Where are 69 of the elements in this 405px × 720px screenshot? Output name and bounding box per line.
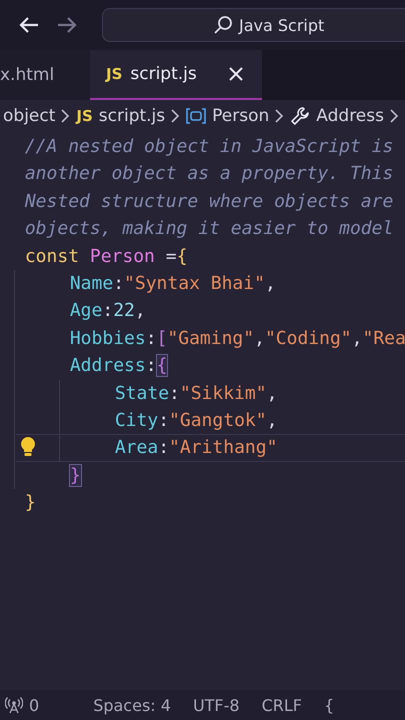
code-punctuation: : bbox=[169, 382, 180, 404]
tab-label: x.html bbox=[0, 65, 54, 85]
variable-icon bbox=[186, 108, 206, 124]
chevron-icon bbox=[275, 109, 284, 123]
code-punctuation: , bbox=[266, 410, 278, 431]
broadcast-icon[interactable] bbox=[5, 696, 23, 714]
code-comment: //A nested object in JavaScript is bbox=[24, 136, 394, 157]
code-punctuation: , bbox=[134, 300, 146, 322]
ports-count[interactable]: 0 bbox=[29, 696, 40, 714]
wrench-icon bbox=[290, 106, 310, 126]
code-operator: = bbox=[166, 246, 177, 267]
tab-label: script.js bbox=[130, 64, 197, 84]
code-property: State bbox=[114, 382, 170, 404]
code-brace: } bbox=[24, 492, 36, 514]
code-punctuation: : bbox=[146, 355, 157, 376]
code-punctuation: , bbox=[266, 382, 278, 404]
code-property: Area bbox=[114, 437, 158, 458]
chevron-icon bbox=[390, 109, 399, 123]
search-text: Java Script bbox=[239, 16, 324, 34]
code-brace: { bbox=[176, 246, 188, 267]
code-string: "Coding" bbox=[264, 328, 352, 349]
code-punctuation: : bbox=[146, 328, 157, 349]
matched-bracket: { bbox=[156, 355, 168, 376]
code-string: "Gangtok" bbox=[169, 410, 267, 431]
code-punctuation: : bbox=[158, 410, 170, 431]
code-string: "Syntax Bhai" bbox=[124, 272, 265, 294]
editor-tab[interactable]: x.html bbox=[0, 50, 90, 100]
breadcrumb-item[interactable]: Address bbox=[316, 106, 384, 126]
chevron-icon bbox=[61, 109, 70, 123]
code-variable: Person bbox=[90, 246, 155, 267]
status-item[interactable]: { bbox=[324, 696, 334, 714]
forward-arrow-icon[interactable] bbox=[56, 16, 78, 34]
js-file-icon: JS bbox=[106, 65, 122, 83]
code-number: 22 bbox=[113, 300, 135, 322]
close-icon[interactable] bbox=[228, 66, 244, 82]
code-property: Hobbies bbox=[70, 328, 146, 349]
code-property: Age bbox=[70, 300, 102, 322]
status-item[interactable]: Spaces: 4 bbox=[93, 696, 171, 714]
code-keyword: const bbox=[24, 246, 80, 267]
back-arrow-icon[interactable] bbox=[18, 16, 40, 34]
matched-bracket: } bbox=[70, 464, 81, 486]
code-punctuation: : bbox=[158, 437, 170, 458]
lightbulb-icon[interactable] bbox=[20, 436, 36, 458]
js-file-icon: JS bbox=[76, 107, 93, 125]
code-property: Address bbox=[70, 355, 146, 376]
code-punctuation: , bbox=[254, 328, 265, 349]
code-property: Name bbox=[70, 272, 114, 294]
code-string: "Gaming" bbox=[167, 328, 254, 349]
editor-tab[interactable]: JS script.js bbox=[90, 50, 262, 100]
search-icon bbox=[213, 15, 233, 35]
code-comment: objects, making it easier to model bbox=[24, 218, 394, 240]
code-bracket: [ bbox=[156, 328, 168, 349]
breadcrumb-item[interactable]: script.js bbox=[98, 106, 166, 126]
code-punctuation: , bbox=[352, 328, 362, 349]
code-string: "Arithang" bbox=[169, 437, 278, 458]
breadcrumb-item[interactable]: Person bbox=[212, 106, 270, 126]
code-string: "Rea bbox=[362, 328, 405, 349]
code-comment: Nested structure where objects are bbox=[24, 190, 394, 212]
chevron-icon bbox=[171, 109, 180, 123]
breadcrumb-item[interactable]: object bbox=[3, 106, 56, 126]
code-punctuation: , bbox=[264, 272, 276, 294]
code-comment: another object as a property. This bbox=[24, 163, 394, 184]
code-punctuation: : bbox=[102, 300, 114, 322]
code-punctuation: : bbox=[113, 272, 124, 294]
code-property: City bbox=[114, 410, 158, 431]
status-item[interactable]: UTF-8 bbox=[192, 696, 240, 714]
code-string: "Sikkim" bbox=[180, 382, 267, 404]
status-item[interactable]: CRLF bbox=[262, 696, 302, 714]
search-field[interactable]: Java Script bbox=[102, 8, 405, 42]
